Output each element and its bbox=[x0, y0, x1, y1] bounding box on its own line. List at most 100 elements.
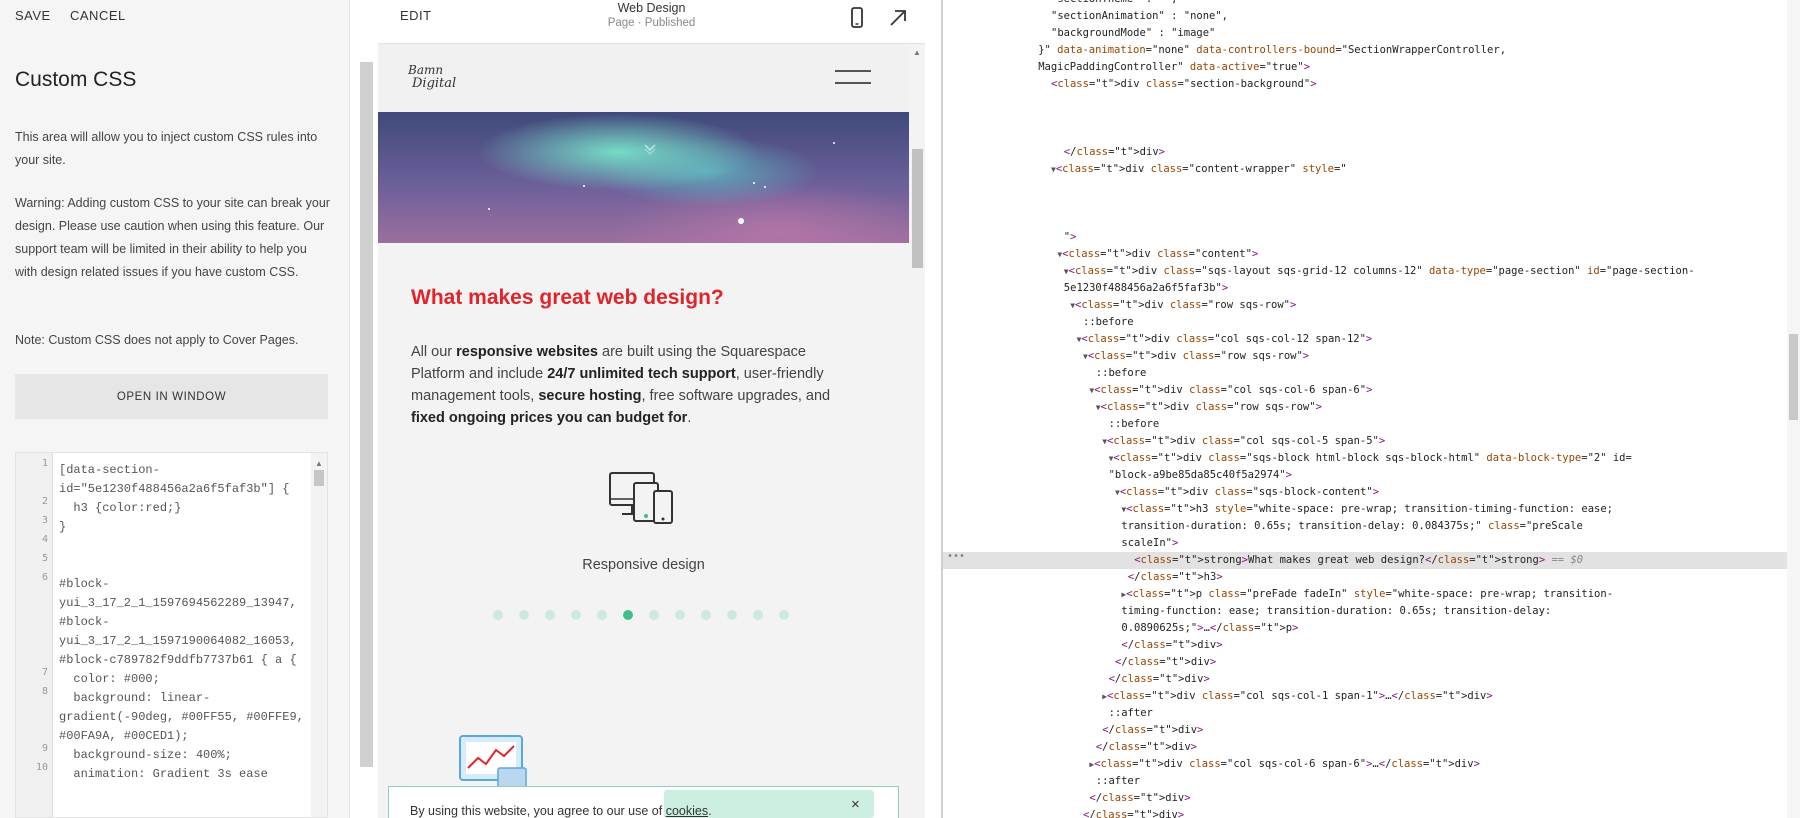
dom-node-line[interactable] bbox=[943, 195, 1788, 212]
dom-node-line[interactable]: </class="t">h3> bbox=[943, 569, 1788, 586]
slider-dot[interactable] bbox=[519, 610, 529, 620]
close-icon[interactable]: × bbox=[851, 796, 860, 813]
dom-node-line[interactable]: </class="t">div> bbox=[943, 671, 1788, 688]
dom-node-line[interactable]: timing-function: ease; transition-durati… bbox=[943, 603, 1788, 620]
scroll-up-arrow-icon[interactable]: ▲ bbox=[315, 459, 323, 468]
dom-node-line[interactable]: ::before bbox=[943, 416, 1788, 433]
slider-dot[interactable] bbox=[753, 610, 763, 620]
dom-node-line[interactable]: MagicPaddingController" data-active="tru… bbox=[943, 59, 1788, 76]
line-number: 2 bbox=[41, 496, 48, 507]
dom-node-line[interactable]: </class="t">div> bbox=[943, 790, 1788, 807]
dom-node-line[interactable]: ▼<class="t">div class="col sqs-col-5 spa… bbox=[943, 433, 1788, 450]
dom-node-line[interactable]: "> bbox=[943, 229, 1788, 246]
code-line: yui_3_17_2_1_1597694562289_13947, bbox=[59, 596, 297, 610]
dom-node-line[interactable]: ▶<class="t">p class="preFade fadeIn" sty… bbox=[943, 586, 1788, 603]
dom-node-line[interactable]: ▼<class="t">div class="row sqs-row"> bbox=[943, 399, 1788, 416]
cookies-link[interactable]: cookies bbox=[666, 804, 708, 818]
preview-toolbar: EDIT Web Design Page · Published bbox=[378, 0, 925, 44]
cancel-button[interactable]: CANCEL bbox=[70, 8, 126, 23]
slider-dot[interactable] bbox=[597, 610, 607, 620]
dom-node-line[interactable]: ::after bbox=[943, 773, 1788, 790]
dom-node-line[interactable]: transition-duration: 0.65s; transition-d… bbox=[943, 518, 1788, 535]
chevron-down-icon bbox=[644, 144, 656, 156]
dom-node-line[interactable] bbox=[943, 127, 1788, 144]
slider-dot[interactable] bbox=[493, 610, 503, 620]
dom-node-line[interactable] bbox=[943, 110, 1788, 127]
slider-dot[interactable] bbox=[649, 610, 659, 620]
aurora-banner-image bbox=[378, 112, 909, 243]
code-line: #00FA9A, #00CED1); bbox=[59, 729, 189, 743]
dom-node-line[interactable]: ::before bbox=[943, 365, 1788, 382]
slider-dot[interactable] bbox=[727, 610, 737, 620]
dom-node-line[interactable]: ▶<class="t">div class="col sqs-col-1 spa… bbox=[943, 688, 1788, 705]
dom-node-line[interactable]: ▼<class="t">div class="sqs-block html-bl… bbox=[943, 450, 1788, 467]
cookie-text: By using this website, you agree to our … bbox=[410, 804, 712, 818]
mobile-view-icon[interactable] bbox=[845, 6, 869, 30]
code-line: } bbox=[59, 520, 67, 534]
code-line: animation: Gradient 3s ease bbox=[59, 767, 268, 781]
css-code-editor[interactable]: 1 2 3 4 5 6 7 8 9 10 [data-section-id="5e1230f488… bbox=[15, 452, 328, 818]
editor-scrollbar[interactable]: ▲ bbox=[311, 453, 327, 817]
dom-node-line[interactable]: ▼<class="t">div class="sqs-block-content… bbox=[943, 484, 1788, 501]
dom-node-line[interactable]: </class="t">div> bbox=[943, 637, 1788, 654]
devtools-scroll-thumb[interactable] bbox=[1789, 334, 1798, 420]
dom-node-line[interactable]: }" data-animation="none" data-controller… bbox=[943, 42, 1788, 59]
dom-node-line[interactable]: ▼<class="t">div class="row sqs-row"> bbox=[943, 348, 1788, 365]
code-line: background-size: 400%; bbox=[59, 748, 232, 762]
dom-node-line[interactable]: <class="t">div class="section-background… bbox=[943, 76, 1788, 93]
menu-icon[interactable] bbox=[835, 68, 871, 86]
slider-dot[interactable] bbox=[545, 610, 555, 620]
dom-node-line[interactable]: ▼<class="t">div class="col sqs-col-6 spa… bbox=[943, 382, 1788, 399]
devtools-scrollbar[interactable] bbox=[1787, 0, 1800, 818]
dom-node-line[interactable]: ::after bbox=[943, 705, 1788, 722]
dom-node-line[interactable]: scaleIn"> bbox=[943, 535, 1788, 552]
save-button[interactable]: SAVE bbox=[15, 8, 51, 23]
cookie-banner: By using this website, you agree to our … bbox=[388, 786, 899, 818]
dom-node-line[interactable]: ▼<class="t">div class="sqs-layout sqs-gr… bbox=[943, 263, 1788, 280]
dom-node-line[interactable]: </class="t">div> bbox=[943, 654, 1788, 671]
dom-node-line[interactable] bbox=[943, 212, 1788, 229]
dom-node-line[interactable]: ▼<class="t">div class="content"> bbox=[943, 246, 1788, 263]
dom-node-line[interactable]: </class="t">div> bbox=[943, 722, 1788, 739]
dom-node-line[interactable]: "backgroundMode" : "image" bbox=[943, 25, 1788, 42]
dom-node-line[interactable]: "block-a9be85da85c40f5a2974"> bbox=[943, 467, 1788, 484]
scroll-up-arrow-icon[interactable]: ▲ bbox=[913, 48, 921, 57]
dom-node-line[interactable]: ▼<class="t">h3 style="white-space: pre-w… bbox=[943, 501, 1788, 518]
open-in-window-button[interactable]: OPEN IN WINDOW bbox=[15, 374, 328, 419]
section-body-text: All our responsive websites are built us… bbox=[411, 344, 831, 426]
preview-scrollbar[interactable]: ▲ bbox=[909, 44, 925, 818]
panel-scrollbar[interactable] bbox=[360, 62, 373, 767]
editor-scroll-thumb[interactable] bbox=[314, 470, 324, 486]
dom-node-line[interactable]: 5e1230f488456a2a6f5faf3b"> bbox=[943, 280, 1788, 297]
slider-dot[interactable] bbox=[701, 610, 711, 620]
code-line: background: linear- bbox=[59, 691, 211, 705]
site-preview: EDIT Web Design Page · Published Bamn Di… bbox=[378, 0, 925, 818]
slider-dot[interactable] bbox=[623, 610, 633, 620]
dom-node-line[interactable]: ▼<class="t">div class="content-wrapper" … bbox=[943, 161, 1788, 178]
dom-node-line[interactable] bbox=[943, 93, 1788, 110]
line-number: 8 bbox=[41, 686, 48, 697]
dom-node-line[interactable]: "sectionTheme" : "", bbox=[943, 0, 1788, 8]
dom-node-line[interactable]: ▼<class="t">div class="row sqs-row"> bbox=[943, 297, 1788, 314]
slider-dot[interactable] bbox=[779, 610, 789, 620]
line-number: 5 bbox=[41, 553, 48, 564]
site-logo[interactable]: Bamn Digital bbox=[408, 63, 456, 91]
gutter-ellipsis-icon[interactable]: ••• bbox=[947, 551, 965, 562]
selected-dom-node[interactable]: <class="t">strong>What makes great web d… bbox=[943, 552, 1788, 569]
dom-node-line[interactable]: ::before bbox=[943, 314, 1788, 331]
dom-node-line[interactable]: </class="t">div> bbox=[943, 739, 1788, 756]
preview-scroll-thumb[interactable] bbox=[912, 149, 923, 268]
dom-node-line[interactable]: ▼<class="t">div class="col sqs-col-12 sp… bbox=[943, 331, 1788, 348]
open-external-icon[interactable] bbox=[886, 6, 910, 30]
code-line: #block-c789782f9ddfb7737b61 { a { bbox=[59, 653, 297, 667]
dom-node-line[interactable]: "sectionAnimation" : "none", bbox=[943, 8, 1788, 25]
dom-node-line[interactable]: </class="t">div> bbox=[943, 807, 1788, 818]
slider-dot[interactable] bbox=[571, 610, 581, 620]
code-line: id="5e1230f488456a2a6f5faf3b"] { bbox=[59, 482, 290, 496]
slider-dot[interactable] bbox=[675, 610, 685, 620]
dom-node-line[interactable]: 0.0890625s;">…</class="t">p> bbox=[943, 620, 1788, 637]
dom-node-line[interactable]: ▶<class="t">div class="col sqs-col-6 spa… bbox=[943, 756, 1788, 773]
dom-node-line[interactable]: </class="t">div> bbox=[943, 144, 1788, 161]
section-heading: What makes great web design? bbox=[411, 286, 724, 309]
dom-node-line[interactable] bbox=[943, 178, 1788, 195]
